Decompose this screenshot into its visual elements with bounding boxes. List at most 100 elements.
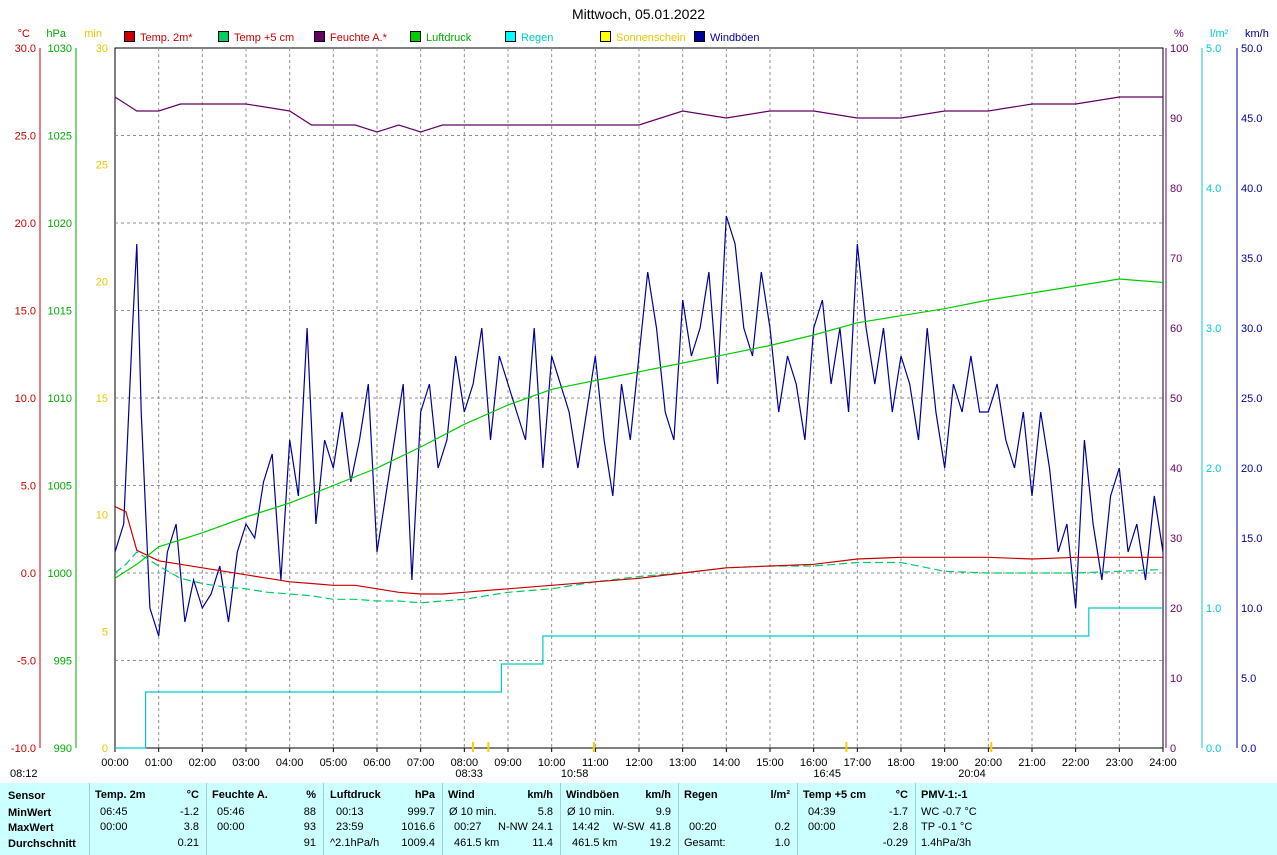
footer-pmv: PMV-1:-1 WC -0.7 °C TP -0.1 °C 1.4hPa/3h — [916, 783, 1036, 855]
rain-tick-label: 1.0 — [1206, 603, 1221, 615]
temp2m-unit: °C — [186, 789, 199, 801]
rain-total-label: Gesamt: — [684, 837, 726, 849]
x-tick-label: 02:00 — [189, 757, 217, 769]
humidity-header: Feuchte A. — [212, 789, 268, 801]
temp5cm-min-time: 04:39 — [808, 806, 836, 818]
sun-tick-label: 10 — [96, 510, 108, 522]
legend-item: Sonnenschein — [600, 31, 686, 44]
temp2m-min-time: 06:45 — [100, 806, 128, 818]
pressure-max-time: 23:59 — [336, 821, 364, 833]
x-tick-label: 05:00 — [320, 757, 348, 769]
sun-marker-label: 08:12 — [10, 768, 38, 780]
rain-tick-label: 2.0 — [1206, 463, 1221, 475]
humidity-max: 93 — [303, 821, 316, 833]
x-tick-label: 07:00 — [407, 757, 435, 769]
wind-avg: 11.4 — [532, 837, 553, 849]
temp2m-max: 3.8 — [183, 821, 199, 833]
row-label-min: MinWert — [8, 807, 52, 819]
gusts-max: 41.8 — [649, 821, 671, 833]
wind-tick-label: 0.0 — [1241, 743, 1256, 755]
rain-tick-label: 4.0 — [1206, 183, 1221, 195]
rain-header: Regen — [684, 789, 718, 801]
footer-wind: Wind km/h Ø 10 min. 5.8 00:27 N-NW 24.1 … — [443, 783, 559, 855]
humidity-tick-label: 80 — [1170, 183, 1182, 195]
legend-label: Luftdruck — [426, 32, 472, 44]
wind-max-dir: N-NW — [498, 821, 528, 833]
rain-tick-label: 0.0 — [1206, 743, 1221, 755]
legend-label: Windböen — [710, 32, 760, 44]
temp-tick-label: 10.0 — [15, 393, 36, 405]
pressure-max: 1016.6 — [401, 821, 435, 833]
legend-label: Temp. 2m* — [140, 32, 193, 44]
sun-marker-label: 16:45 — [813, 768, 841, 780]
wind-tick-label: 15.0 — [1241, 533, 1262, 545]
footer-humidity: Feuchte A. % 05:46 88 00:00 93 91 — [207, 783, 322, 855]
temp-tick-label: 25.0 — [15, 131, 36, 143]
pressure-tick-label: 990 — [54, 743, 72, 755]
wind-tick-label: 20.0 — [1241, 463, 1262, 475]
pressure-avg: 1009.4 — [401, 837, 435, 849]
sun-tick-label: 5 — [102, 626, 108, 638]
row-label-avg: Durchschnitt — [8, 838, 76, 850]
pressure-min-time: 00:13 — [336, 806, 364, 818]
temp5cm-avg: -0.29 — [882, 837, 908, 849]
wind-avg10-label: Ø 10 min. — [449, 806, 497, 818]
humidity-tick-label: 10 — [1170, 673, 1182, 685]
footer-rain: Regen l/m² 00:20 0.2 Gesamt: 1.0 — [679, 783, 796, 855]
wind-unit: km/h — [527, 789, 553, 801]
gusts-max-time: 14:42 — [572, 821, 600, 833]
temp-tick-label: 0.0 — [21, 568, 36, 580]
legend-swatch — [124, 31, 135, 42]
pressure-min: 999.7 — [407, 806, 435, 818]
legend-label: Temp +5 cm — [234, 32, 295, 44]
x-tick-label: 01:00 — [145, 757, 173, 769]
footer-temp5cm: Temp +5 cm °C 04:39 -1.7 00:00 2.8 -0.29 — [798, 783, 914, 855]
x-tick-label: 23:00 — [1106, 757, 1134, 769]
temp-tick-label: -10.0 — [11, 743, 36, 755]
rain-max: 0.2 — [774, 821, 790, 833]
sun-marker-label: 20:04 — [958, 768, 986, 780]
x-tick-label: 12:00 — [625, 757, 653, 769]
legend-swatch — [600, 31, 611, 42]
temp2m-min: -1.2 — [180, 806, 199, 818]
x-tick-label: 00:00 — [101, 757, 129, 769]
pmv-dewpoint: TP -0.1 °C — [921, 821, 973, 833]
temp5cm-header: Temp +5 cm — [803, 789, 867, 801]
pressure-tick-label: 995 — [54, 656, 72, 668]
rain-unit: l/m² — [770, 789, 790, 801]
footer-row-labels: Sensor MinWert MaxWert Durchschnitt — [0, 783, 88, 855]
pmv-windchill: WC -0.7 °C — [921, 806, 977, 818]
temp5cm-max: 2.8 — [892, 821, 908, 833]
temp5cm-min: -1.7 — [889, 806, 908, 818]
x-tick-label: 17:00 — [844, 757, 872, 769]
wind-tick-label: 10.0 — [1241, 603, 1262, 615]
legend-item: Temp +5 cm — [218, 31, 294, 44]
pmv-trend: 1.4hPa/3h — [921, 837, 972, 849]
humidity-min: 88 — [303, 806, 316, 818]
row-label-sensor: Sensor — [8, 790, 46, 802]
rain-total: 1.0 — [774, 837, 790, 849]
gusts-max-dir: W-SW — [613, 821, 645, 833]
legend-item: Luftdruck — [410, 31, 471, 44]
pressure-tick-label: 1010 — [48, 393, 72, 405]
wind-max-time: 00:27 — [454, 821, 482, 833]
wind-tick-label: 25.0 — [1241, 393, 1262, 405]
wind-tick-label: 40.0 — [1241, 183, 1262, 195]
temp2m-avg: 0.21 — [177, 837, 199, 849]
sun-marker-label: 08:33 — [455, 768, 483, 780]
sun-tick-label: 20 — [96, 276, 108, 288]
wind-distance: 461.5 km — [454, 837, 500, 849]
humidity-tick-label: 0 — [1170, 743, 1176, 755]
legend-swatch — [218, 31, 229, 42]
sun-tick-label: 25 — [96, 160, 108, 172]
wind-max: 24.1 — [531, 821, 553, 833]
x-tick-label: 14:00 — [713, 757, 741, 769]
legend-item: Windböen — [694, 31, 760, 44]
humidity-avg: 91 — [303, 837, 316, 849]
humidity-tick-label: 40 — [1170, 463, 1182, 475]
wind-tick-label: 30.0 — [1241, 323, 1262, 335]
x-tick-label: 21:00 — [1018, 757, 1046, 769]
pressure-tick-label: 1015 — [48, 306, 72, 318]
x-tick-label: 06:00 — [363, 757, 391, 769]
x-tick-label: 13:00 — [669, 757, 697, 769]
